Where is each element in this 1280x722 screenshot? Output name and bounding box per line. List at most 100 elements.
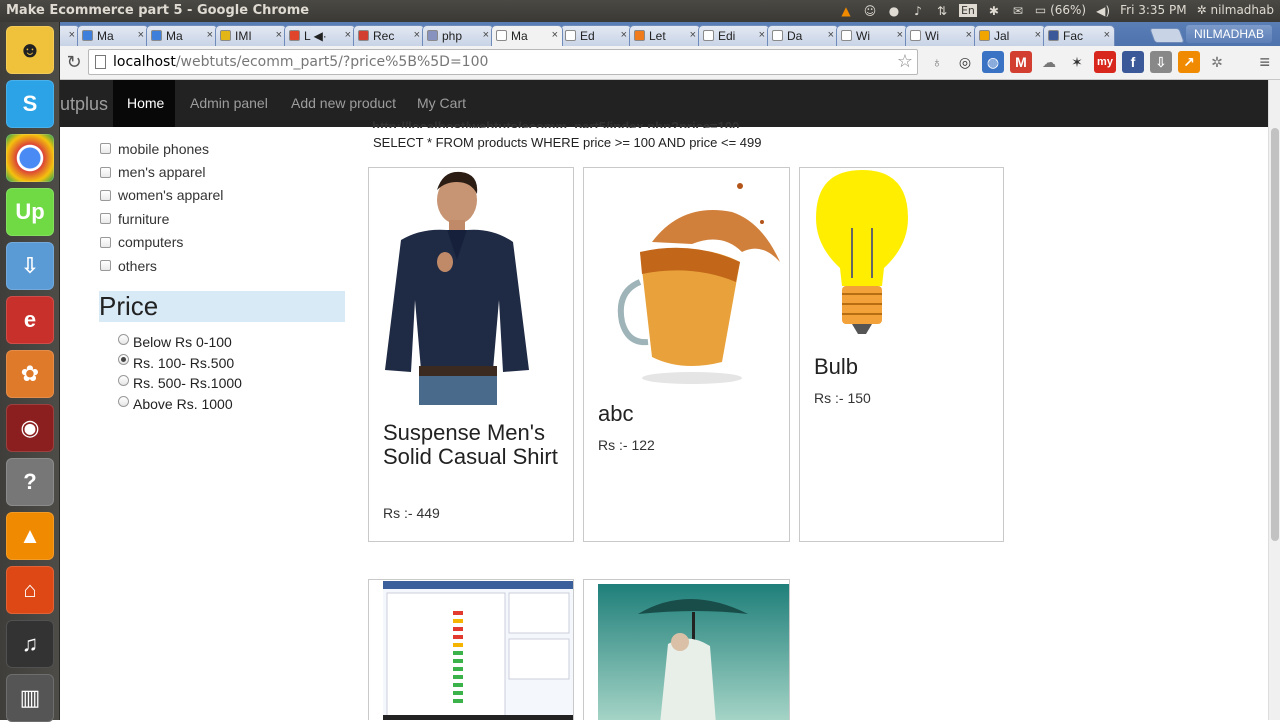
product-card[interactable]: Suspense Men's Solid Casual Shirt Rs :- …: [368, 167, 574, 542]
vlc-tray-icon[interactable]: ▲: [839, 4, 853, 18]
tab-close-icon[interactable]: ×: [69, 29, 75, 41]
network-arrows-icon[interactable]: ⇅: [935, 4, 949, 18]
extension-cloud-icon[interactable]: ☁: [1038, 51, 1060, 73]
profile-button[interactable]: NILMADHAB: [1185, 25, 1272, 43]
vlc-icon[interactable]: ▲: [6, 512, 54, 560]
headphones-icon[interactable]: ♫: [6, 620, 54, 668]
tab[interactable]: Let ×: [629, 25, 701, 46]
product-card[interactable]: [368, 579, 574, 720]
extension-settings-icon[interactable]: ✲: [1206, 51, 1228, 73]
product-name[interactable]: Suspense Men's Solid Casual Shirt: [383, 421, 563, 469]
cloud-tray-icon[interactable]: ●: [887, 4, 901, 18]
tab[interactable]: Rec ×: [353, 25, 425, 46]
chrome-menu-icon[interactable]: ≡: [1259, 52, 1270, 73]
extension-owl-icon[interactable]: ◎: [954, 51, 976, 73]
bookmark-star-icon[interactable]: ☆: [897, 51, 913, 72]
category-checkbox[interactable]: [100, 166, 111, 178]
nav-home[interactable]: Home: [113, 80, 175, 127]
upwork-icon[interactable]: Up: [6, 188, 54, 236]
clock[interactable]: Fri 3:35 PM: [1120, 3, 1186, 17]
price-option[interactable]: Below Rs 0-100: [118, 332, 242, 353]
tab[interactable]: Edi ×: [698, 25, 770, 46]
price-option[interactable]: Rs. 500- Rs.1000: [118, 373, 242, 394]
ubuntu-software-icon[interactable]: ⌂: [6, 566, 54, 614]
battery-indicator[interactable]: ▭ (66%): [1035, 3, 1086, 17]
reload-icon[interactable]: ↻: [64, 52, 84, 72]
product-card[interactable]: [583, 579, 790, 720]
tab[interactable]: Wi ×: [905, 25, 977, 46]
tab[interactable]: php ×: [422, 25, 494, 46]
price-radio-selected[interactable]: [118, 354, 129, 366]
new-tab-button[interactable]: [1149, 28, 1185, 43]
category-checkbox[interactable]: [100, 260, 111, 272]
category-checkbox[interactable]: [100, 143, 111, 155]
tab[interactable]: Fac ×: [1043, 25, 1115, 46]
media-player-icon[interactable]: ◉: [6, 404, 54, 452]
chrome-icon[interactable]: [6, 134, 54, 182]
tab-active[interactable]: Ma ×: [491, 25, 563, 46]
extension-chart-icon[interactable]: ↗: [1178, 51, 1200, 73]
scrollbar-thumb[interactable]: [1271, 128, 1279, 541]
extension-globe-icon[interactable]: ◍: [982, 51, 1004, 73]
session-menu[interactable]: ✲ nilmadhab: [1197, 3, 1274, 17]
extension-balloon-icon[interactable]: ♁: [926, 51, 948, 73]
tab-close-icon[interactable]: ×: [621, 29, 627, 41]
extension-facebook-icon[interactable]: f: [1122, 51, 1144, 73]
tab-close-icon[interactable]: ×: [138, 29, 144, 41]
flower-app-icon[interactable]: ✿: [6, 350, 54, 398]
tab-close-icon[interactable]: ×: [1104, 29, 1110, 41]
tab-close-icon[interactable]: ×: [414, 29, 420, 41]
extension-my-icon[interactable]: my: [1094, 51, 1116, 73]
product-card[interactable]: abc Rs :- 122: [583, 167, 790, 542]
category-option[interactable]: others: [100, 254, 223, 277]
dash-home-icon[interactable]: ☻: [6, 26, 54, 74]
extension-spider-icon[interactable]: ✶: [1066, 51, 1088, 73]
category-option[interactable]: men's apparel: [100, 160, 223, 183]
tab-close-icon[interactable]: ×: [690, 29, 696, 41]
tab-close-icon[interactable]: ×: [1035, 29, 1041, 41]
tab[interactable]: Ed ×: [560, 25, 632, 46]
site-brand[interactable]: utplus: [60, 94, 108, 115]
category-checkbox[interactable]: [100, 189, 111, 201]
product-name[interactable]: Bulb: [814, 355, 858, 379]
skype-icon[interactable]: S: [6, 80, 54, 128]
tab[interactable]: Jal ×: [974, 25, 1046, 46]
address-bar[interactable]: localhost/webtuts/ecomm_part5/?price%5B%…: [88, 49, 918, 75]
category-option[interactable]: women's apparel: [100, 184, 223, 207]
tab[interactable]: Ma ×: [77, 25, 149, 46]
tab-close-icon[interactable]: ×: [345, 29, 351, 41]
tab-close-icon[interactable]: ×: [828, 29, 834, 41]
trash-icon[interactable]: ▥: [6, 674, 54, 722]
extension-gmail-icon[interactable]: M: [1010, 51, 1032, 73]
price-option[interactable]: Above Rs. 1000: [118, 394, 242, 415]
tab[interactable]: L ◀· ×: [284, 25, 356, 46]
extension-download-icon[interactable]: ⇩: [1150, 51, 1172, 73]
text-editor-icon[interactable]: e: [6, 296, 54, 344]
tab-close-icon[interactable]: ×: [483, 29, 489, 41]
nav-admin-panel[interactable]: Admin panel: [190, 80, 268, 127]
download-manager-icon[interactable]: ⇩: [6, 242, 54, 290]
mail-icon[interactable]: ✉: [1011, 4, 1025, 18]
tab[interactable]: IMI ×: [215, 25, 287, 46]
tab-close-icon[interactable]: ×: [276, 29, 282, 41]
keyboard-layout-indicator[interactable]: En: [958, 3, 977, 17]
product-card[interactable]: Bulb Rs :- 150: [799, 167, 1004, 542]
category-option[interactable]: furniture: [100, 207, 223, 230]
tab[interactable]: Da ×: [767, 25, 839, 46]
tab-close-icon[interactable]: ×: [552, 29, 558, 41]
volume-icon[interactable]: ◀): [1096, 4, 1110, 18]
price-radio[interactable]: [118, 395, 129, 407]
category-checkbox[interactable]: [100, 236, 111, 248]
price-option[interactable]: Rs. 100- Rs.500: [118, 353, 242, 374]
price-radio[interactable]: [118, 374, 129, 386]
bluetooth-icon[interactable]: ✱: [987, 4, 1001, 18]
tab[interactable]: Wi ×: [836, 25, 908, 46]
category-option[interactable]: mobile phones: [100, 137, 223, 160]
category-option[interactable]: computers: [100, 231, 223, 254]
tab-close-icon[interactable]: ×: [207, 29, 213, 41]
tab-close-icon[interactable]: ×: [966, 29, 972, 41]
price-radio[interactable]: [118, 333, 129, 345]
tab-close-icon[interactable]: ×: [759, 29, 765, 41]
tab[interactable]: Ma ×: [146, 25, 218, 46]
update-tray-icon[interactable]: ☺: [863, 4, 877, 18]
